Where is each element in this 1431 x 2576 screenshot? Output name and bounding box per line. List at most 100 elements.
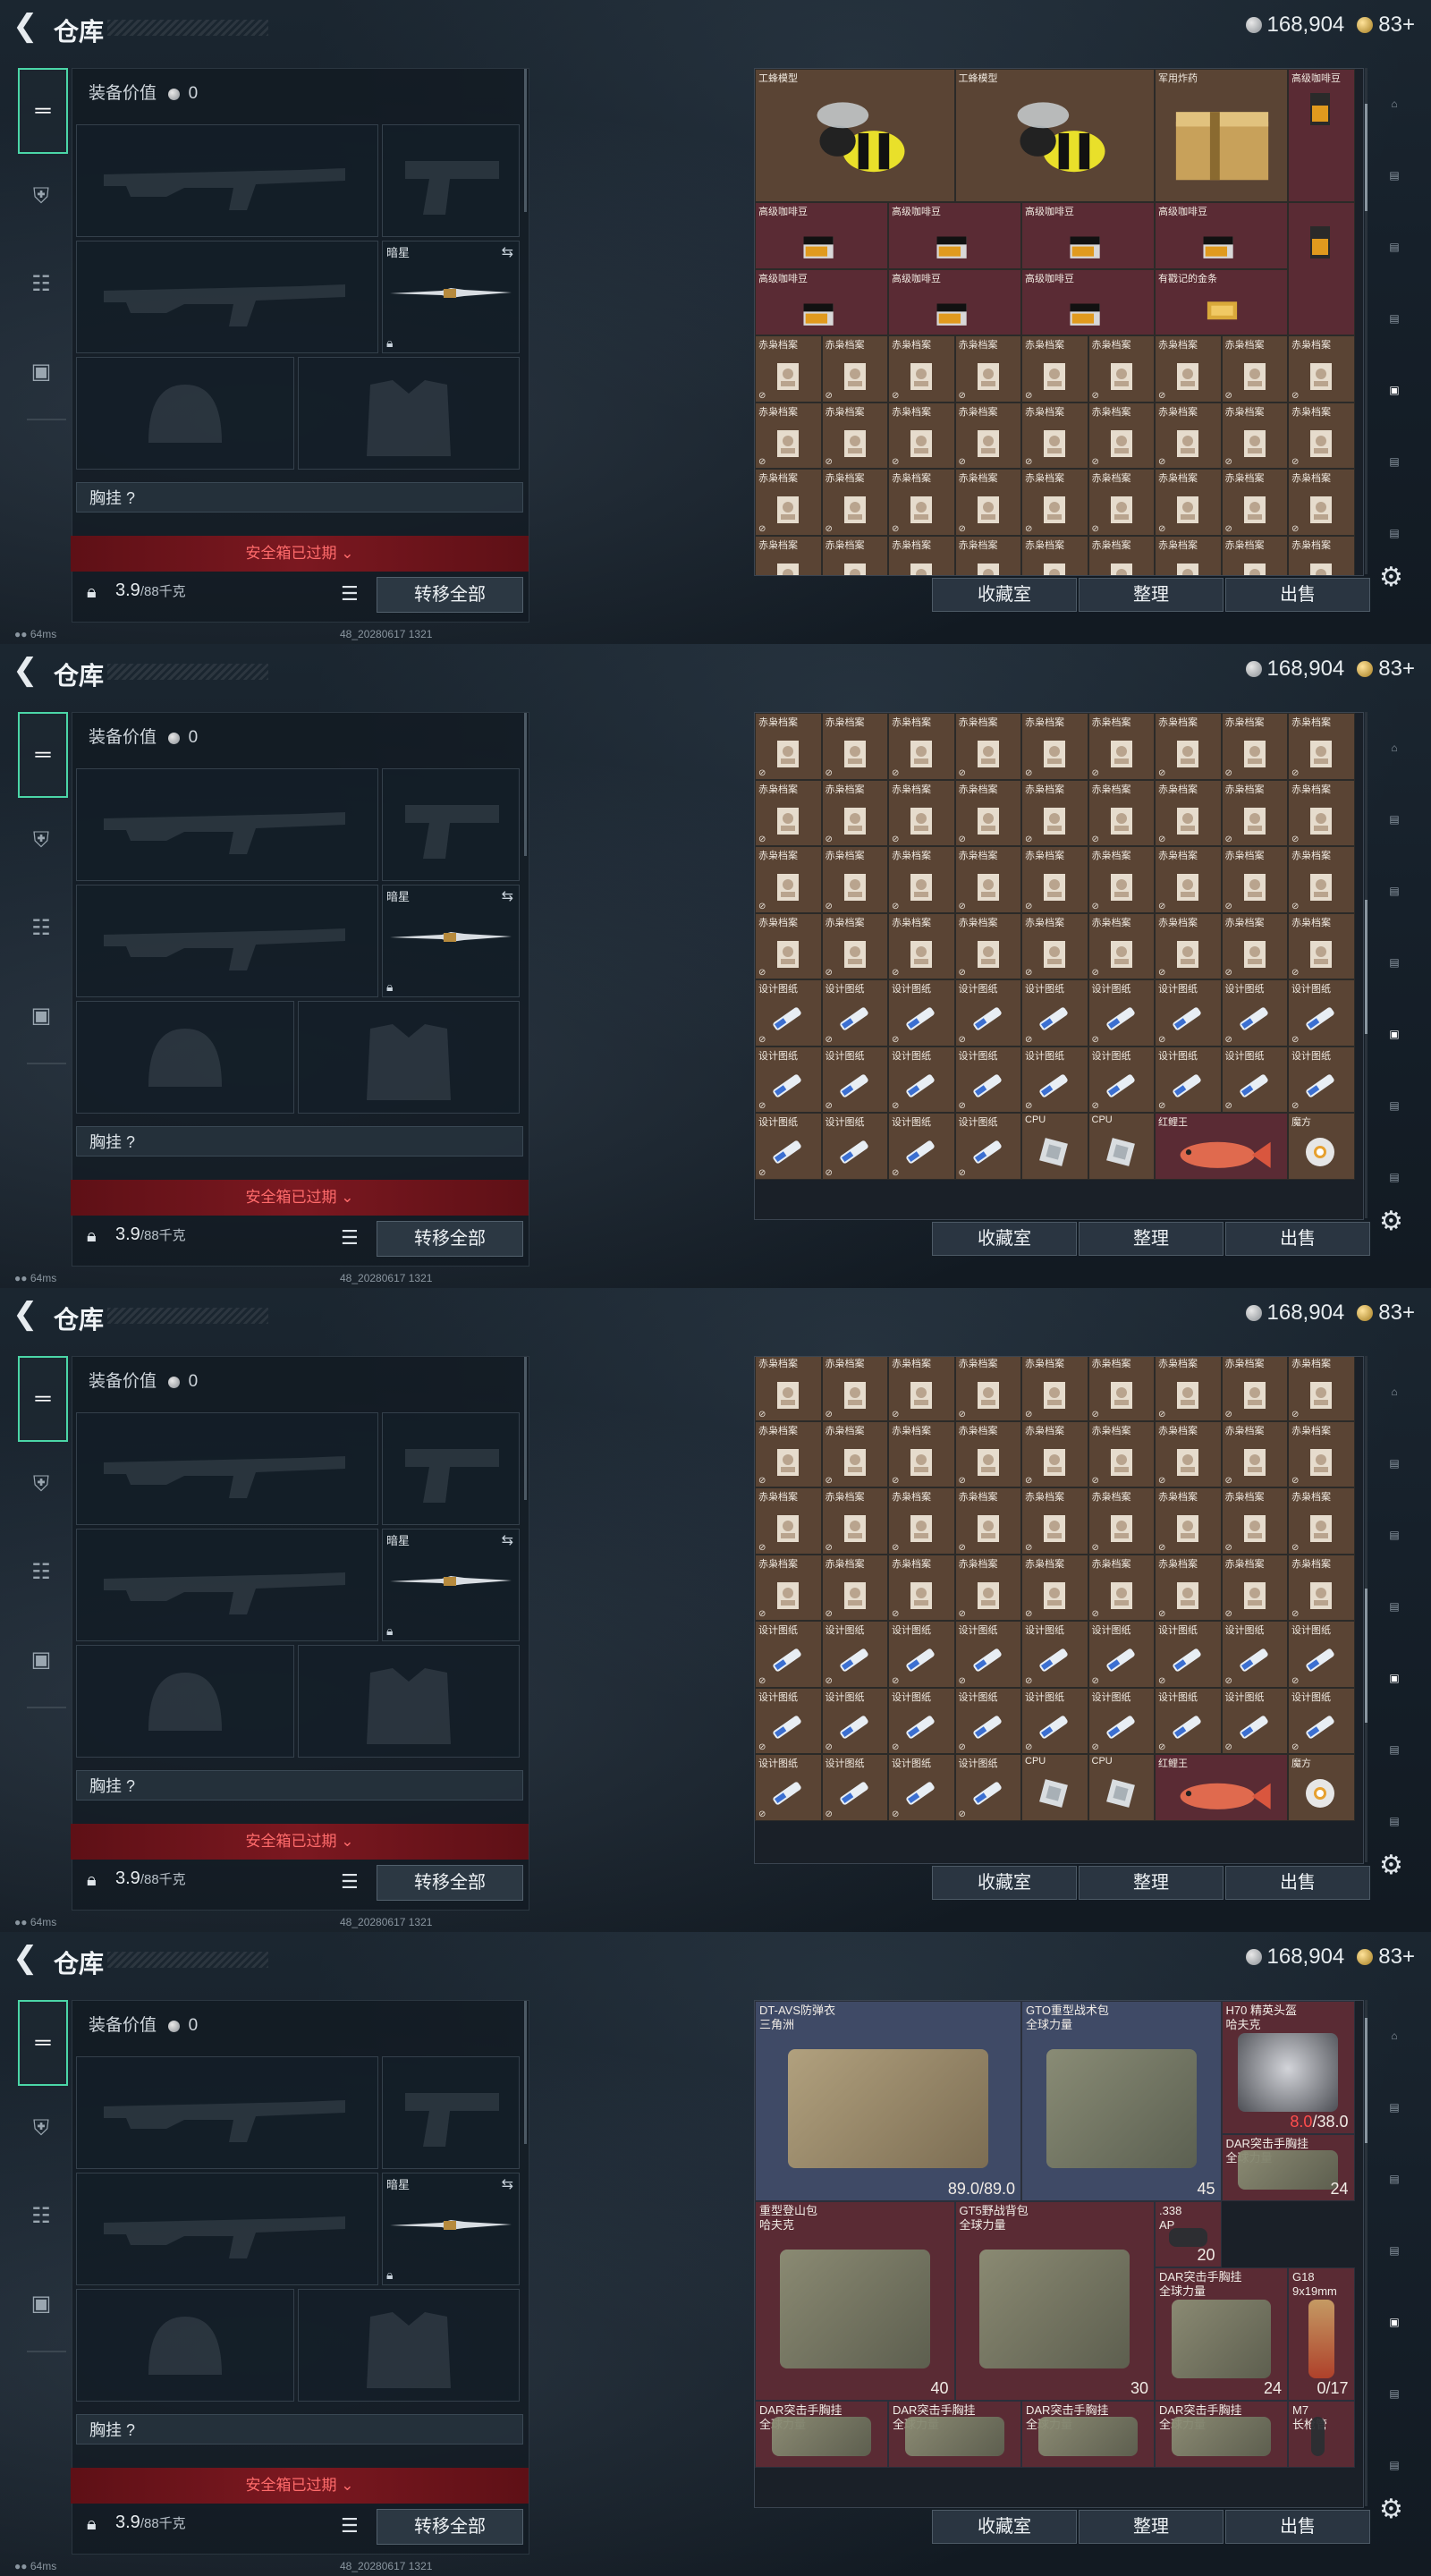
primary-weapon-slot[interactable] <box>76 2056 378 2169</box>
item-cell[interactable]: 设计图纸 ⊘ <box>1155 1621 1222 1688</box>
gold-currency[interactable]: 83+ <box>1357 1301 1415 1326</box>
item-cell[interactable]: 设计图纸 ⊘ <box>888 1754 955 1821</box>
item-cell[interactable]: 设计图纸 ⊘ <box>1088 979 1155 1046</box>
item-cell[interactable]: 设计图纸 ⊘ <box>1221 979 1288 1046</box>
item-cell[interactable]: 赤枭档案⊘ <box>954 469 1021 536</box>
item-cell[interactable] <box>1288 202 1355 335</box>
transfer-all-button[interactable]: 转移全部 <box>377 1865 523 1901</box>
backup-weapon-slot[interactable] <box>76 1529 378 1641</box>
right-tab-5-icon[interactable]: ▤ <box>1374 2447 1415 2483</box>
item-cell[interactable]: 赤枭档案⊘ <box>755 1554 822 1621</box>
item-cell[interactable]: 赤枭档案⊘ <box>1021 912 1088 979</box>
item-cell[interactable]: 设计图纸 ⊘ <box>821 1687 888 1754</box>
helmet-slot[interactable] <box>76 357 294 470</box>
item-cell[interactable]: 赤枭档案⊘ <box>1088 779 1155 846</box>
item-cell[interactable]: 赤枭档案⊘ <box>755 335 822 402</box>
item-cell[interactable]: 赤枭档案⊘ <box>1021 402 1088 469</box>
item-cell[interactable]: 赤枭档案⊘ <box>1088 402 1155 469</box>
back-arrow-icon[interactable]: ❮ <box>13 655 43 685</box>
equipment-scrollbar[interactable] <box>524 713 527 856</box>
gear-cell-rig5[interactable]: DAR突击手胸挂全球力量 <box>1021 2401 1155 2468</box>
body-armor-slot[interactable] <box>298 357 520 470</box>
item-cell[interactable]: 赤枭档案⊘ <box>755 1357 822 1421</box>
item-cell[interactable]: 赤枭档案⊘ <box>1021 1420 1088 1487</box>
right-tab-5-icon[interactable]: ▤ <box>1374 1803 1415 1839</box>
backup-weapon-slot[interactable] <box>76 2173 378 2285</box>
secondary-weapon-slot[interactable] <box>382 1412 520 1525</box>
item-cell[interactable]: 设计图纸 ⊘ <box>755 979 822 1046</box>
backup-weapon-slot[interactable] <box>76 241 378 353</box>
item-cell[interactable]: 赤枭档案⊘ <box>954 713 1021 780</box>
item-cell[interactable]: 赤枭档案⊘ <box>888 1420 955 1487</box>
item-cell[interactable]: 赤枭档案⊘ <box>1288 402 1355 469</box>
item-cell[interactable]: 赤枭档案⊘ <box>1288 535 1355 575</box>
item-cell[interactable]: 设计图纸 ⊘ <box>1155 1046 1222 1113</box>
gold-currency[interactable]: 83+ <box>1357 13 1415 38</box>
item-cell[interactable]: 高级咖啡豆 <box>1021 268 1155 335</box>
right-tab-4-icon[interactable]: ▤ <box>1374 1088 1415 1123</box>
tab-briefcase[interactable]: ▣ <box>20 351 63 394</box>
tab-weapons[interactable]: ═ <box>18 2000 68 2086</box>
item-cell[interactable]: 赤枭档案⊘ <box>1288 779 1355 846</box>
item-cell[interactable]: 设计图纸 ⊘ <box>954 1621 1021 1688</box>
item-cell[interactable]: 赤枭档案⊘ <box>821 846 888 913</box>
item-cell[interactable]: 设计图纸 ⊘ <box>1088 1687 1155 1754</box>
right-tab-1-icon[interactable]: ▤ <box>1374 1445 1415 1481</box>
body-armor-slot[interactable] <box>298 1001 520 1114</box>
item-cell[interactable]: 设计图纸 ⊘ <box>954 1113 1021 1180</box>
item-cell[interactable]: 赤枭档案⊘ <box>755 912 822 979</box>
right-tab-active-icon[interactable]: ▣ <box>1374 1660 1415 1696</box>
tab-tasks[interactable]: ☷ <box>20 263 63 306</box>
transfer-all-button[interactable]: 转移全部 <box>377 577 523 613</box>
item-cell[interactable]: 赤枭档案⊘ <box>954 335 1021 402</box>
item-cell[interactable]: 赤枭档案⊘ <box>1288 1554 1355 1621</box>
equipment-scrollbar[interactable] <box>524 69 527 212</box>
item-cell[interactable]: 赤枭档案⊘ <box>954 1554 1021 1621</box>
item-cell[interactable]: 设计图纸 ⊘ <box>755 1621 822 1688</box>
chest-rig-bar[interactable]: 胸挂 ? <box>76 482 523 513</box>
item-cell[interactable]: 赤枭档案⊘ <box>1221 1420 1288 1487</box>
right-tab-1-icon[interactable]: ▤ <box>1374 2089 1415 2125</box>
item-cell[interactable]: 赤枭档案⊘ <box>888 713 955 780</box>
gold-currency[interactable]: 83+ <box>1357 657 1415 682</box>
item-cell[interactable]: 赤枭档案⊘ <box>954 912 1021 979</box>
collection-room-button[interactable]: 收藏室 <box>932 1222 1077 1256</box>
item-cell[interactable]: 设计图纸 ⊘ <box>888 1046 955 1113</box>
item-cell[interactable]: 赤枭档案⊘ <box>755 535 822 575</box>
right-tab-4-icon[interactable]: ▤ <box>1374 2376 1415 2411</box>
swap-icon[interactable]: ⇆ <box>502 1531 513 1549</box>
item-cell[interactable]: 赤枭档案⊘ <box>1155 335 1222 402</box>
tab-armor[interactable]: ⛨ <box>20 1463 63 1506</box>
item-cell[interactable]: 设计图纸 ⊘ <box>1288 1687 1355 1754</box>
item-cell[interactable]: 赤枭档案⊘ <box>954 779 1021 846</box>
tab-weapons[interactable]: ═ <box>18 712 68 798</box>
item-cell[interactable]: 赤枭档案⊘ <box>888 846 955 913</box>
item-cell[interactable]: 赤枭档案⊘ <box>1155 1420 1222 1487</box>
warehouse-scrollbar[interactable] <box>1365 1356 1367 1862</box>
item-cell[interactable]: 赤枭档案⊘ <box>1288 713 1355 780</box>
right-tab-4-icon[interactable]: ▤ <box>1374 1732 1415 1767</box>
item-cell[interactable]: 赤枭档案⊘ <box>954 1420 1021 1487</box>
tab-tasks[interactable]: ☷ <box>20 2195 63 2238</box>
item-cell[interactable]: 赤枭档案⊘ <box>888 469 955 536</box>
gold-currency[interactable]: 83+ <box>1357 1945 1415 1970</box>
item-cell[interactable]: 设计图纸 ⊘ <box>821 1113 888 1180</box>
item-cell[interactable]: 赤枭档案⊘ <box>1021 535 1088 575</box>
item-cell[interactable]: 设计图纸 ⊘ <box>888 979 955 1046</box>
gear-cell-rig2[interactable]: DAR突击手胸挂 全球力量 24 <box>1155 2267 1288 2401</box>
tab-weapons[interactable]: ═ <box>18 1356 68 1442</box>
tab-tasks[interactable]: ☷ <box>20 1551 63 1594</box>
swap-icon[interactable]: ⇆ <box>502 243 513 261</box>
right-tab-active-icon[interactable]: ▣ <box>1374 2304 1415 2340</box>
item-cell[interactable]: 赤枭档案⊘ <box>821 335 888 402</box>
settings-gear-icon[interactable]: ⚙ <box>1379 1850 1403 1881</box>
item-cell[interactable]: 赤枭档案⊘ <box>888 1554 955 1621</box>
item-cell[interactable]: 魔方 <box>1288 1113 1355 1180</box>
list-icon[interactable]: ☰ <box>341 1226 359 1250</box>
gear-cell-rig1[interactable]: DAR突击手胸挂全球力量24 <box>1221 2134 1355 2201</box>
item-cell[interactable]: 赤枭档案⊘ <box>821 1554 888 1621</box>
item-cell[interactable]: 赤枭档案⊘ <box>755 713 822 780</box>
item-cell[interactable]: 赤枭档案⊘ <box>1221 1487 1288 1555</box>
item-cell[interactable]: 赤枭档案⊘ <box>1288 1487 1355 1555</box>
item-cell[interactable]: 赤枭档案⊘ <box>1021 846 1088 913</box>
